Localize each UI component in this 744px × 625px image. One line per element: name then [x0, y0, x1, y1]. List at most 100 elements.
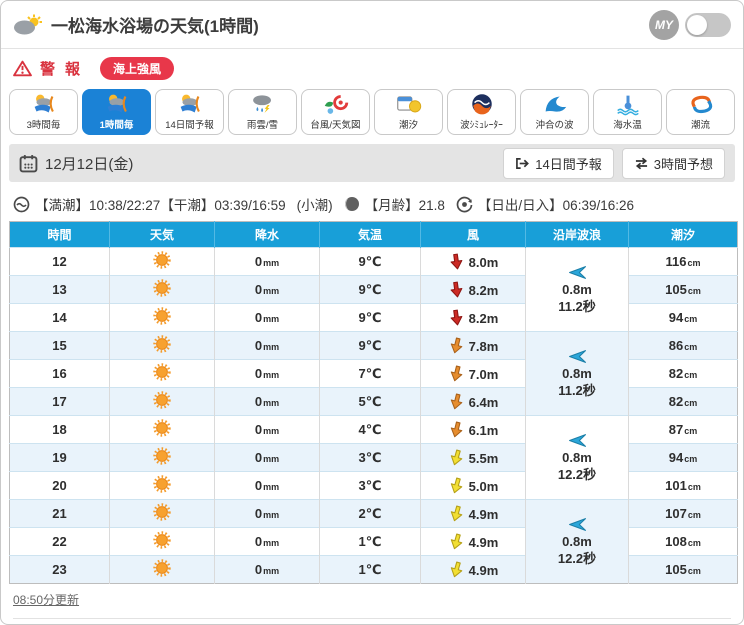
tab-14d[interactable]: 14日間予報 — [155, 89, 224, 135]
forecast-row-21: 21 0mm 2℃ 4.9m 0.8m 12.2秒 107cm — [9, 499, 738, 584]
precip-cell: 0mm — [214, 303, 320, 332]
tab-label: 潮流 — [690, 120, 710, 131]
temp-cell: 3℃ — [319, 443, 421, 472]
wave-direction-arrow — [526, 264, 628, 281]
tab-seatemp[interactable]: 海水温 — [593, 89, 662, 135]
table-header-row: 時間 天気 降水 気温風沿岸波浪 潮汐 — [9, 221, 738, 248]
precip-cell: 0mm — [214, 471, 320, 500]
temp-cell: 7℃ — [319, 359, 421, 388]
offshore-tab-icon — [540, 92, 570, 116]
page-title: 一松海水浴場の天気(1時間) — [51, 17, 259, 36]
tab-label: 14日間予報 — [165, 120, 214, 131]
precip-cell: 0mm — [214, 275, 320, 304]
forecast-row-13: 13 0mm 9℃ 8.2m 105cm — [9, 275, 738, 304]
tab-3h[interactable]: 3時間毎 — [9, 89, 78, 135]
wind-cell: 8.2m — [420, 275, 526, 304]
column-header: 風 — [420, 221, 526, 248]
wind-direction-arrow — [448, 561, 465, 578]
seatemp-tab-icon — [613, 92, 643, 116]
tab-tide[interactable]: 潮汐 — [374, 89, 443, 135]
wind-direction-arrow — [448, 477, 465, 494]
1h-tab-icon — [102, 92, 132, 116]
tide-cell: 101cm — [628, 471, 738, 500]
sunny-icon — [152, 559, 172, 581]
my-badge[interactable]: MY — [649, 9, 679, 40]
wave-height-period: 0.8m 11.2秒 — [558, 366, 596, 398]
moon-age-text: 【月齢】21.8 — [364, 198, 445, 213]
forecast-3hour-button[interactable]: 3時間予想 — [621, 147, 725, 179]
column-header: 沿岸波浪 — [525, 221, 629, 248]
sunny-icon — [152, 363, 172, 385]
wind-direction-arrow — [448, 533, 465, 550]
wind-cell: 4.9m — [420, 527, 526, 556]
weather-cell — [109, 527, 215, 556]
wind-cell: 5.5m — [420, 443, 526, 472]
hourly-forecast-table: 時間 天気 降水 気温風沿岸波浪 潮汐 12 0mm 9℃ 8.0m 0.8m 11.2秒 116c… — [9, 221, 738, 584]
tab-label: 沖合の波 — [535, 120, 574, 131]
wind-cell: 7.0m — [420, 359, 526, 388]
precip-cell: 0mm — [214, 415, 320, 444]
toggle-knob — [687, 14, 707, 35]
header: 一松海水浴場の天気(1時間) MY — [1, 1, 743, 49]
radar-tab-icon — [248, 92, 278, 116]
wind-direction-arrow — [448, 365, 465, 382]
tide-cell: 116cm — [628, 247, 738, 276]
sunny-icon — [152, 419, 172, 441]
tide-cell: 87cm — [628, 415, 738, 444]
sunny-icon — [152, 531, 172, 553]
tide-cell: 108cm — [628, 527, 738, 556]
weather-cell — [109, 275, 215, 304]
sunny-icon — [152, 475, 172, 497]
precip-cell: 0mm — [214, 331, 320, 360]
tab-label: 1時間毎 — [99, 120, 134, 131]
sunny-icon — [152, 279, 172, 301]
footer: 08:50分更新 — [1, 584, 743, 619]
temp-cell: 9℃ — [319, 247, 421, 276]
tab-radar[interactable]: 雨雲/雪 — [228, 89, 297, 135]
tab-current[interactable]: 潮流 — [666, 89, 735, 135]
weather-cell — [109, 387, 215, 416]
alert-row: 警報 海上強風 — [1, 49, 743, 84]
tab-1h[interactable]: 1時間毎 — [82, 89, 151, 135]
updated-time-link[interactable]: 08:50分更新 — [13, 593, 79, 607]
precip-cell: 0mm — [214, 359, 320, 388]
tide-info-row: 【満潮】10:38/22:27【干潮】03:39/16:59 (小潮) 【月齢】… — [1, 188, 743, 221]
wind-cell: 7.8m — [420, 331, 526, 360]
wind-direction-arrow — [448, 421, 465, 438]
forecast-row-23: 23 0mm 1℃ 4.9m 105cm — [9, 555, 738, 584]
precip-cell: 0mm — [214, 247, 320, 276]
forecast-row-20: 20 0mm 3℃ 5.0m 101cm — [9, 471, 738, 500]
precip-cell: 0mm — [214, 527, 320, 556]
column-header: 潮汐 — [628, 221, 738, 248]
time-cell: 21 — [9, 499, 110, 528]
sunny-icon — [152, 307, 172, 329]
temp-cell: 1℃ — [319, 527, 421, 556]
tab-wavesim[interactable]: 波ｼﾐｭﾚｰﾀｰ — [447, 89, 516, 135]
time-cell: 14 — [9, 303, 110, 332]
wave-cell: 0.8m 12.2秒 — [525, 415, 629, 500]
forecast-row-16: 16 0mm 7℃ 7.0m 82cm — [9, 359, 738, 388]
moon-phase-icon — [344, 196, 360, 212]
weather-cell — [109, 415, 215, 444]
alert-badge-gale[interactable]: 海上強風 — [100, 57, 175, 80]
wind-cell: 6.4m — [420, 387, 526, 416]
weather-cell — [109, 555, 215, 584]
column-header: 降水 — [214, 221, 320, 248]
time-cell: 12 — [9, 247, 110, 276]
wave-cell: 0.8m 11.2秒 — [525, 247, 629, 332]
temp-cell: 9℃ — [319, 303, 421, 332]
weather-cell — [109, 331, 215, 360]
tab-label: 3時間毎 — [26, 120, 61, 131]
tab-typhoon[interactable]: 台風/天気図 — [301, 89, 370, 135]
my-toggle-switch[interactable] — [685, 12, 731, 37]
nav-tabs: 3時間毎 1時間毎 14日間予報 雨雲/雪 台風/天気図 潮汐 波ｼﾐｭﾚｰﾀｰ 沖合の波 海水… — [1, 84, 743, 141]
forecast-row-12: 12 0mm 9℃ 8.0m 0.8m 11.2秒 116cm — [9, 247, 738, 332]
weather-cell — [109, 443, 215, 472]
time-cell: 15 — [9, 331, 110, 360]
tab-offshore[interactable]: 沖合の波 — [520, 89, 589, 135]
sunny-icon — [152, 335, 172, 357]
temp-cell: 3℃ — [319, 471, 421, 500]
sunrise-sunset-text: 【日出/日入】06:39/16:26 — [477, 198, 634, 213]
forecast-14day-button[interactable]: 14日間予報 — [503, 147, 614, 179]
temp-cell: 2℃ — [319, 499, 421, 528]
